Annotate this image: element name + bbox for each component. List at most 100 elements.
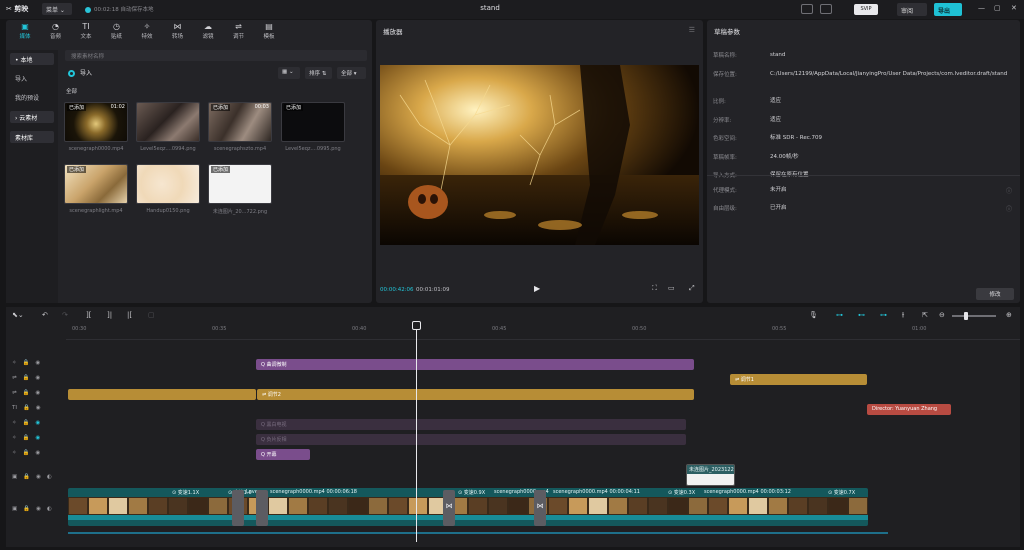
sticker-clip[interactable]: 未连图片_2023122: [686, 464, 735, 486]
trim-left-icon[interactable]: ]|: [107, 311, 112, 319]
time-ruler[interactable]: [66, 322, 1020, 340]
auto-snap-icon[interactable]: ⊷: [858, 311, 865, 319]
tab-8[interactable]: ▤ 模板: [254, 22, 284, 40]
media-thumb[interactable]: 已添加: [208, 164, 272, 204]
playhead-handle[interactable]: [412, 321, 421, 330]
eye-icon[interactable]: ◉: [35, 360, 40, 366]
segment-divider[interactable]: [232, 490, 244, 526]
playhead[interactable]: [416, 324, 417, 542]
tab-3[interactable]: ◷ 贴纸: [102, 22, 132, 40]
zoom-slider[interactable]: [952, 315, 996, 317]
transition-icon[interactable]: ⋈: [534, 490, 546, 526]
undo-icon[interactable]: ↶: [42, 311, 48, 319]
fit-view-icon[interactable]: ⛶: [652, 284, 657, 293]
transition-icon[interactable]: ⋈: [443, 490, 455, 526]
track-controls[interactable]: ⇌ 🔒 ◉: [12, 375, 64, 385]
zoom-slider-handle[interactable]: [964, 312, 968, 320]
info-icon[interactable]: ⓘ: [1006, 204, 1012, 213]
split-icon[interactable]: ][: [86, 311, 91, 319]
menu-button[interactable]: 菜单 ⌄: [42, 3, 72, 15]
review-button[interactable]: 审阅: [897, 3, 927, 16]
lock-icon[interactable]: 🔒: [23, 506, 30, 512]
track-controls[interactable]: ✧ 🔒 ◉: [12, 435, 64, 445]
track-controls[interactable]: ▣ 🔒 ◉ ◐: [12, 474, 64, 484]
lock-icon[interactable]: 🔒: [23, 450, 30, 456]
media-thumb[interactable]: [136, 164, 200, 204]
view-mode-button[interactable]: ▦ ⌄: [278, 67, 300, 79]
lock-icon[interactable]: 🔒: [23, 474, 30, 480]
shortcut-icon[interactable]: [801, 4, 813, 14]
tab-4[interactable]: ✧ 特效: [132, 22, 162, 40]
side-item-cloud[interactable]: › 云素材: [10, 111, 54, 123]
adjust-clip[interactable]: [68, 389, 256, 400]
media-thumb[interactable]: 已添加 00:03: [208, 102, 272, 142]
eye-icon[interactable]: ◉: [35, 420, 40, 426]
text-clip[interactable]: Director: Yuanyuan Zhang: [867, 404, 951, 415]
side-item-library[interactable]: 素材库: [10, 131, 54, 143]
segment-divider[interactable]: [256, 490, 268, 526]
eye-icon[interactable]: ◉: [36, 405, 41, 411]
filter-button[interactable]: 全部 ▾: [337, 67, 366, 79]
membership-badge[interactable]: SVIP: [854, 4, 878, 15]
media-thumb[interactable]: [136, 102, 200, 142]
sort-button[interactable]: 排序 ⇅: [305, 67, 332, 79]
media-thumb[interactable]: 已添加 01:02: [64, 102, 128, 142]
tab-7[interactable]: ⇌ 调节: [224, 22, 254, 40]
mic-icon[interactable]: 🎙: [809, 311, 818, 319]
layout-icon[interactable]: [820, 4, 832, 14]
close-icon[interactable]: ✕: [1011, 4, 1017, 12]
lock-icon[interactable]: 🔒: [23, 360, 30, 366]
fit-timeline-icon[interactable]: ⇱: [922, 311, 928, 319]
track-controls[interactable]: ✧ 🔒 ◉: [12, 360, 64, 370]
tab-1[interactable]: ◔ 音频: [41, 22, 71, 40]
trim-right-icon[interactable]: |[: [127, 311, 132, 319]
disabled-effect-clip[interactable]: Q 负片反相: [256, 434, 686, 445]
media-search-input[interactable]: 搜索素材名称: [65, 50, 367, 61]
lock-icon[interactable]: 🔒: [23, 390, 30, 396]
main-track-magnet-icon[interactable]: ⊶: [836, 311, 843, 319]
fullscreen-icon[interactable]: ⤢: [689, 284, 695, 293]
select-tool-icon[interactable]: ⬉⌄: [12, 311, 24, 319]
lock-icon[interactable]: 🔒: [23, 405, 30, 411]
play-icon[interactable]: ▶: [534, 284, 540, 293]
player-menu-icon[interactable]: ☰: [689, 26, 695, 34]
info-icon[interactable]: ⓘ: [1006, 186, 1012, 195]
audio-icon[interactable]: ◐: [47, 474, 52, 480]
side-item-local[interactable]: • 本地: [10, 53, 54, 65]
eye-icon[interactable]: ◉: [35, 450, 40, 456]
track-controls[interactable]: ⇌ 🔒 ◉: [12, 390, 64, 400]
track-controls[interactable]: ✧ 🔒 ◉: [12, 450, 64, 460]
delete-icon[interactable]: ▢: [148, 311, 155, 319]
tab-5[interactable]: ⋈ 转场: [163, 22, 193, 40]
side-item-presets[interactable]: 我的预设: [10, 91, 54, 103]
eye-icon[interactable]: ◉: [35, 435, 40, 441]
lock-icon[interactable]: 🔒: [23, 375, 30, 381]
import-button[interactable]: 导入: [68, 68, 118, 80]
edit-params-button[interactable]: 修改: [976, 288, 1014, 300]
minimize-icon[interactable]: —: [978, 4, 985, 12]
track-controls[interactable]: TI 🔒 ◉: [12, 405, 64, 415]
disabled-effect-clip[interactable]: Q 黑白电视: [256, 419, 686, 430]
track-controls[interactable]: ▣ 🔒 ◉ ◐: [12, 506, 64, 516]
video-preview[interactable]: [380, 65, 699, 245]
eye-icon[interactable]: ◉: [35, 390, 40, 396]
linkage-icon[interactable]: ⊶: [880, 311, 887, 319]
audio-icon[interactable]: ◐: [47, 506, 52, 512]
effect-clip[interactable]: Q 开幕: [256, 449, 310, 460]
lock-icon[interactable]: 🔒: [23, 420, 30, 426]
tab-0[interactable]: ▣ 媒体: [10, 22, 40, 40]
zoom-in-icon[interactable]: ⊕: [1006, 311, 1012, 319]
adjust-clip[interactable]: ⇌ 调节1: [730, 374, 867, 385]
track-controls[interactable]: ✧ 🔒 ◉: [12, 420, 64, 430]
media-thumb[interactable]: 已添加: [281, 102, 345, 142]
zoom-out-icon[interactable]: ⊖: [939, 311, 945, 319]
effect-clip[interactable]: Q 曲调微制: [256, 359, 694, 370]
audio-track[interactable]: [68, 532, 888, 534]
maximize-icon[interactable]: ▢: [994, 4, 1001, 12]
preview-axis-icon[interactable]: ⫲: [902, 311, 904, 320]
eye-icon[interactable]: ◉: [35, 375, 40, 381]
tab-6[interactable]: ☁ 滤镜: [193, 22, 223, 40]
export-button[interactable]: 导出: [934, 3, 962, 16]
lock-icon[interactable]: 🔒: [23, 435, 30, 441]
eye-icon[interactable]: ◉: [36, 506, 41, 512]
